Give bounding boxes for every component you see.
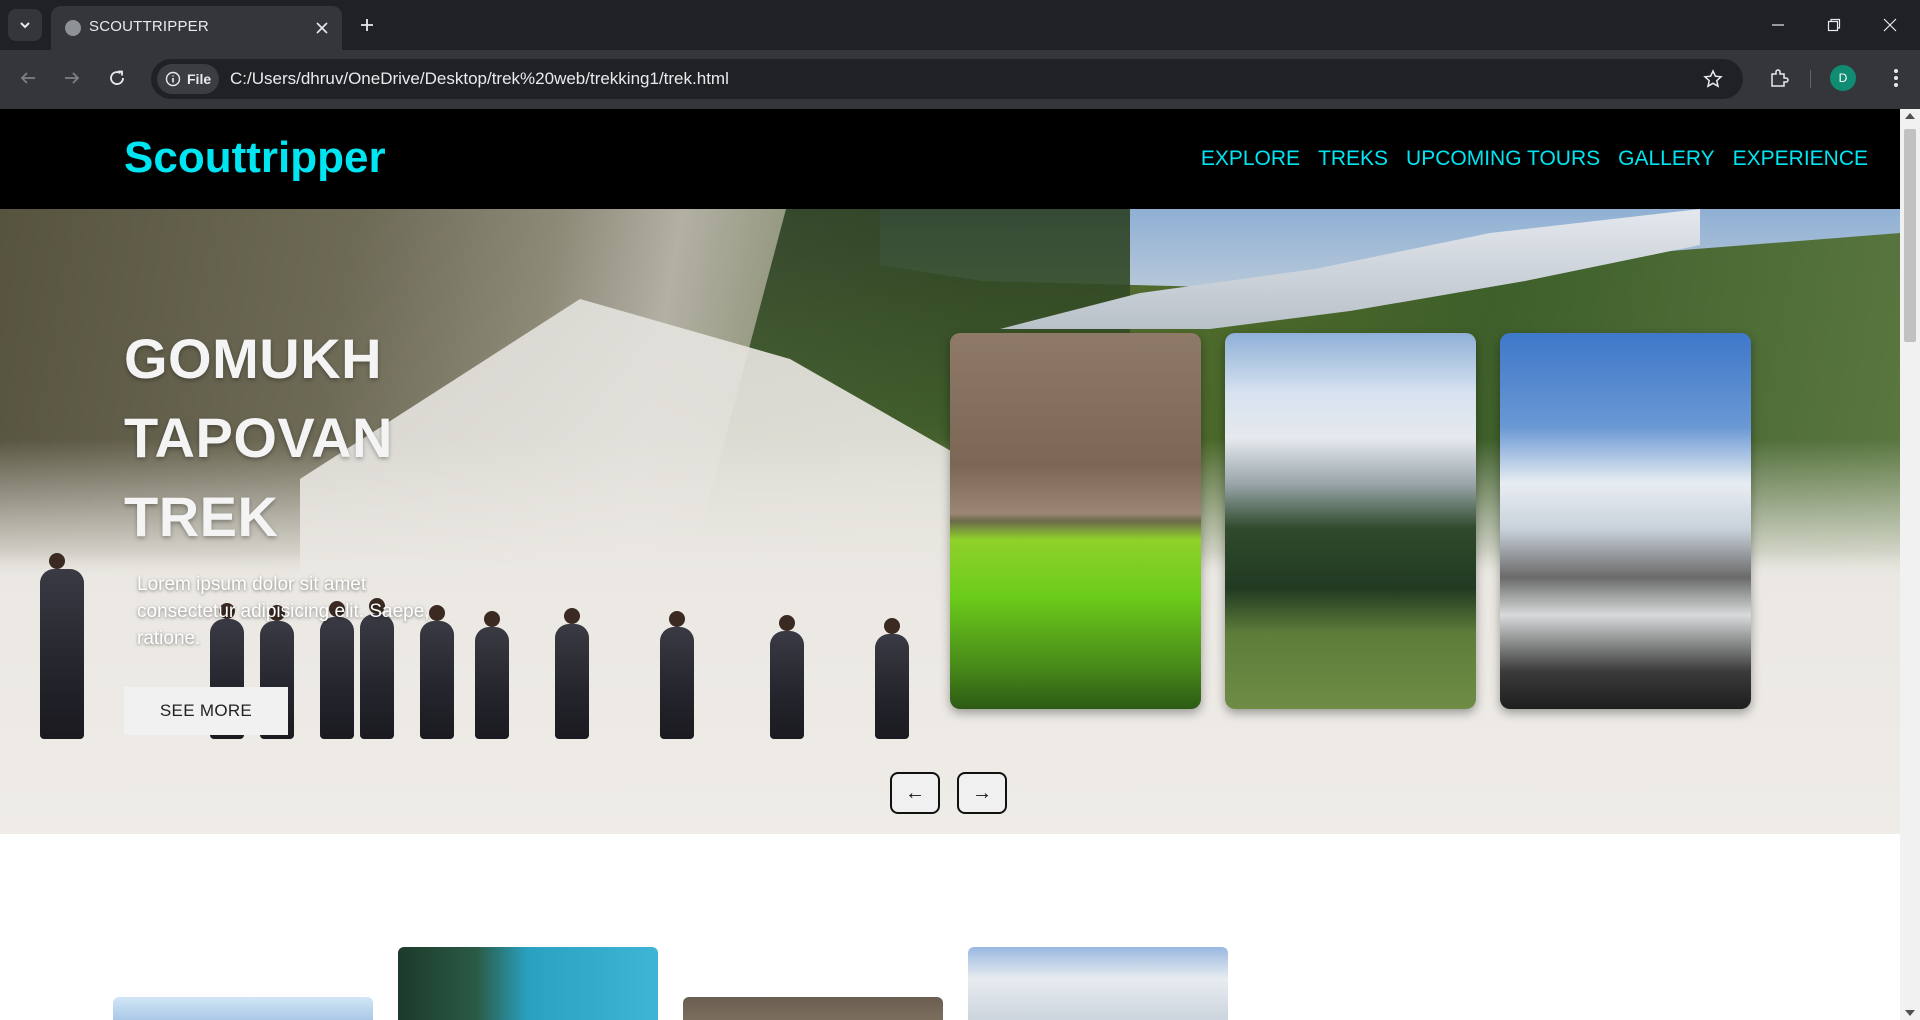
next-slide-button[interactable]: → (957, 772, 1007, 814)
browser-toolbar: File C:/Users/dhruv/OneDrive/Desktop/tre… (0, 50, 1920, 109)
arrow-left-icon (20, 72, 35, 84)
reload-icon (110, 70, 124, 85)
forward-button[interactable] (56, 62, 88, 94)
nav-explore[interactable]: EXPLORE (1201, 147, 1300, 171)
restore-button[interactable] (1806, 0, 1862, 50)
page-scrollbar[interactable] (1900, 109, 1920, 1020)
plus-icon (361, 19, 373, 31)
kebab-menu-icon (1894, 69, 1898, 87)
hero-slider: GOMUKH TAPOVAN TREK Lorem ipsum dolor si… (0, 209, 1900, 834)
site-chip-label: File (187, 71, 212, 87)
see-more-button[interactable]: SEE MORE (124, 687, 288, 735)
gallery-thumbnail[interactable] (398, 947, 658, 1020)
bookmark-button[interactable] (1701, 67, 1725, 91)
browser-menu-button[interactable] (1880, 62, 1912, 94)
restore-icon (1827, 18, 1841, 32)
star-icon (1703, 69, 1723, 88)
hero-title-line: TAPOVAN (124, 406, 393, 469)
gallery-thumbnail[interactable] (683, 997, 943, 1020)
nav-experience[interactable]: EXPERIENCE (1733, 147, 1868, 171)
site-header: Scouttripper EXPLORE TREKS UPCOMING TOUR… (0, 109, 1900, 209)
tab-search-button[interactable] (8, 9, 42, 41)
globe-icon (65, 20, 81, 36)
hero-title-line: TREK (124, 485, 279, 548)
info-icon (165, 71, 181, 87)
scroll-down-arrow-icon[interactable] (1905, 1010, 1915, 1016)
page-viewport: Scouttripper EXPLORE TREKS UPCOMING TOUR… (0, 109, 1900, 1020)
url-text[interactable]: C:/Users/dhruv/OneDrive/Desktop/trek%20w… (230, 69, 729, 89)
minimize-icon (1772, 24, 1784, 26)
minimize-button[interactable] (1750, 0, 1806, 50)
gallery-thumbnail[interactable] (968, 947, 1228, 1020)
chevron-down-icon (20, 22, 30, 29)
puzzle-icon (1771, 69, 1789, 87)
prev-slide-button[interactable]: ← (890, 772, 940, 814)
slider-card-meadow[interactable] (1225, 333, 1476, 709)
site-info-chip[interactable]: File (157, 64, 219, 94)
slider-card-valley[interactable] (950, 333, 1201, 709)
hero-title: GOMUKH TAPOVAN TREK (124, 319, 544, 556)
address-bar[interactable]: File C:/Users/dhruv/OneDrive/Desktop/tre… (151, 59, 1743, 99)
site-logo[interactable]: Scouttripper (124, 133, 386, 183)
profile-avatar[interactable]: D (1830, 65, 1856, 91)
nav-treks[interactable]: TREKS (1318, 147, 1388, 171)
close-icon (316, 22, 328, 34)
nav-gallery[interactable]: GALLERY (1618, 147, 1715, 171)
hero-title-line: GOMUKH (124, 327, 383, 390)
arrow-right-icon (65, 72, 80, 84)
slider-card-snow-hiker[interactable] (1500, 333, 1751, 709)
browser-tab[interactable]: SCOUTTRIPPER (51, 6, 342, 50)
arrow-left-icon: ← (905, 781, 925, 804)
hero-description: Lorem ipsum dolor sit amet consectetur a… (137, 574, 430, 649)
toolbar-separator (1810, 70, 1811, 88)
tab-title: SCOUTTRIPPER (89, 18, 209, 35)
nav-upcoming-tours[interactable]: UPCOMING TOURS (1406, 147, 1600, 171)
back-button[interactable] (12, 62, 44, 94)
extensions-button[interactable] (1763, 62, 1795, 94)
close-window-button[interactable] (1862, 0, 1918, 50)
main-nav: EXPLORE TREKS UPCOMING TOURS GALLERY EXP… (1201, 147, 1868, 171)
gallery-thumbnail[interactable] (113, 997, 373, 1020)
tab-strip: SCOUTTRIPPER (0, 0, 1920, 50)
close-icon (1883, 18, 1897, 32)
new-tab-button[interactable] (352, 10, 382, 40)
arrow-right-icon: → (972, 781, 992, 804)
tab-close-button[interactable] (312, 18, 332, 38)
scrollbar-thumb[interactable] (1904, 129, 1916, 342)
scroll-up-arrow-icon[interactable] (1905, 113, 1915, 119)
reload-button[interactable] (101, 62, 133, 94)
